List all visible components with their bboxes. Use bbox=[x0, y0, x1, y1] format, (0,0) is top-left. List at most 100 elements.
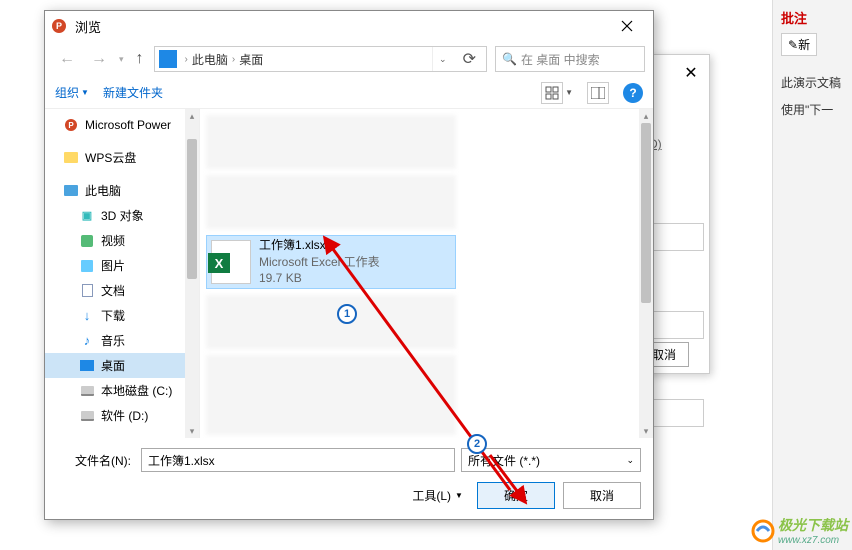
watermark-brand: 极光下载站 bbox=[778, 515, 848, 535]
sidebar-item-powerpoint[interactable]: P Microsoft Power bbox=[45, 113, 199, 137]
sidebar-item-label: 软件 (D:) bbox=[101, 407, 148, 424]
disk-icon bbox=[79, 408, 95, 424]
folder-icon bbox=[63, 150, 79, 166]
sidebar-item-documents[interactable]: 文档 bbox=[45, 278, 199, 303]
file-tile[interactable] bbox=[206, 175, 456, 229]
scroll-thumb[interactable] bbox=[187, 139, 197, 279]
filter-label: 所有文件 (*.*) bbox=[468, 452, 540, 469]
download-icon: ↓ bbox=[79, 308, 95, 324]
sidebar-item-pictures[interactable]: 图片 bbox=[45, 253, 199, 278]
toolbar: 组织 ▼ 新建文件夹 ▼ ? bbox=[45, 77, 653, 109]
cancel-button[interactable]: 取消 bbox=[563, 482, 641, 509]
content-scrollbar[interactable]: ▴ ▾ bbox=[639, 109, 653, 438]
tools-button[interactable]: 工具(L) ▼ bbox=[406, 485, 469, 506]
file-tile[interactable] bbox=[206, 355, 456, 435]
breadcrumb-segment[interactable]: 此电脑 bbox=[192, 51, 228, 68]
sidebar-item-label: 下载 bbox=[101, 307, 125, 324]
chevron-right-icon: › bbox=[232, 54, 235, 65]
sidebar-item-downloads[interactable]: ↓ 下载 bbox=[45, 303, 199, 328]
refresh-button[interactable]: ⟳ bbox=[457, 49, 482, 69]
chevron-down-icon: ▼ bbox=[455, 491, 463, 500]
nav-back-button[interactable]: ← bbox=[53, 50, 81, 68]
scroll-down-icon[interactable]: ▾ bbox=[185, 424, 199, 438]
sidebar-scrollbar[interactable]: ▴ ▾ bbox=[185, 109, 199, 438]
sidebar-item-label: 桌面 bbox=[101, 357, 125, 374]
chevron-down-icon: ▼ bbox=[81, 88, 89, 97]
preview-pane-button[interactable] bbox=[587, 82, 609, 104]
scroll-down-icon[interactable]: ▾ bbox=[639, 424, 653, 438]
pc-icon bbox=[159, 50, 177, 68]
titlebar: P 浏览 bbox=[45, 11, 653, 41]
scroll-up-icon[interactable]: ▴ bbox=[639, 109, 653, 123]
file-size: 19.7 KB bbox=[259, 270, 380, 287]
3d-icon: ▣ bbox=[79, 208, 95, 224]
navbar: ← → ▾ ↑ › 此电脑 › 桌面 ⌄ ⟳ 🔍 在 桌面 中搜索 bbox=[45, 41, 653, 77]
ok-button[interactable]: 确定 bbox=[477, 482, 555, 509]
address-dropdown[interactable]: ⌄ bbox=[432, 47, 453, 71]
sidebar-item-label: WPS云盘 bbox=[85, 149, 136, 166]
filename-label: 文件名(N): bbox=[57, 452, 135, 469]
close-button[interactable] bbox=[607, 12, 647, 40]
powerpoint-icon: P bbox=[63, 117, 79, 133]
sidebar-item-disk-d[interactable]: 软件 (D:) bbox=[45, 403, 199, 428]
file-tile-selected[interactable]: 工作簿1.xlsx Microsoft Excel 工作表 19.7 KB bbox=[206, 235, 456, 289]
svg-text:P: P bbox=[56, 21, 62, 31]
file-type: Microsoft Excel 工作表 bbox=[259, 254, 380, 271]
desktop-icon bbox=[79, 358, 95, 374]
search-placeholder: 在 桌面 中搜索 bbox=[521, 51, 600, 68]
scroll-thumb[interactable] bbox=[641, 123, 651, 303]
file-tile[interactable] bbox=[206, 295, 456, 349]
search-input[interactable]: 🔍 在 桌面 中搜索 bbox=[495, 46, 645, 72]
close-icon bbox=[621, 20, 633, 32]
view-mode-button[interactable]: ▼ bbox=[541, 82, 573, 104]
sidebar-item-label: 音乐 bbox=[101, 332, 125, 349]
chevron-right-icon: › bbox=[185, 54, 188, 65]
scroll-up-icon[interactable]: ▴ bbox=[185, 109, 199, 123]
filename-input[interactable] bbox=[141, 448, 455, 472]
sidebar-item-label: Microsoft Power bbox=[85, 118, 171, 132]
nav-up-button[interactable]: ↑ bbox=[130, 50, 150, 68]
sidebar-item-label: 文档 bbox=[101, 282, 125, 299]
file-list: 工作簿1.xlsx Microsoft Excel 工作表 19.7 KB ▴ … bbox=[200, 109, 653, 438]
new-comment-button[interactable]: ✎ 新 bbox=[781, 33, 817, 56]
sidebar-item-label: 图片 bbox=[101, 257, 125, 274]
sidebar-item-wps[interactable]: WPS云盘 bbox=[45, 145, 199, 170]
bg-panel-title: 批注 bbox=[781, 8, 844, 27]
nav-history-dropdown[interactable]: ▾ bbox=[117, 54, 126, 65]
pc-icon bbox=[63, 183, 79, 199]
new-icon: ✎ bbox=[788, 38, 798, 52]
organize-button[interactable]: 组织 ▼ bbox=[55, 84, 89, 101]
svg-text:P: P bbox=[68, 121, 74, 130]
view-icon bbox=[541, 82, 563, 104]
breadcrumb-segment[interactable]: 桌面 bbox=[239, 51, 263, 68]
address-bar[interactable]: › 此电脑 › 桌面 ⌄ ⟳ bbox=[154, 46, 487, 72]
new-folder-button[interactable]: 新建文件夹 bbox=[103, 84, 163, 101]
music-icon: ♪ bbox=[79, 333, 95, 349]
preview-icon bbox=[591, 87, 605, 99]
file-tile[interactable] bbox=[206, 115, 456, 169]
sidebar-item-label: 视频 bbox=[101, 232, 125, 249]
chevron-down-icon: ▼ bbox=[565, 88, 573, 97]
file-browse-dialog: P 浏览 ← → ▾ ↑ › 此电脑 › 桌面 ⌄ ⟳ 🔍 在 桌面 中搜索 bbox=[44, 10, 654, 520]
dialog-bottom: 文件名(N): 所有文件 (*.*) ⌄ 工具(L) ▼ 确定 取消 bbox=[45, 438, 653, 519]
bg-text2: 使用"下一 bbox=[781, 101, 844, 118]
sidebar-item-label: 本地磁盘 (C:) bbox=[101, 382, 172, 399]
sidebar-item-music[interactable]: ♪ 音乐 bbox=[45, 328, 199, 353]
back-close-button[interactable]: ✕ bbox=[679, 61, 703, 85]
sidebar-item-desktop[interactable]: 桌面 bbox=[45, 353, 199, 378]
file-name: 工作簿1.xlsx bbox=[259, 237, 380, 254]
sidebar-item-disk-c[interactable]: 本地磁盘 (C:) bbox=[45, 378, 199, 403]
excel-file-icon bbox=[211, 240, 251, 284]
search-icon: 🔍 bbox=[502, 52, 517, 66]
disk-icon bbox=[79, 383, 95, 399]
dialog-title: 浏览 bbox=[75, 17, 607, 36]
watermark: 极光下载站 www.xz7.com bbox=[751, 515, 848, 546]
sidebar-item-thispc[interactable]: 此电脑 bbox=[45, 178, 199, 203]
sidebar-item-videos[interactable]: 视频 bbox=[45, 228, 199, 253]
file-type-filter[interactable]: 所有文件 (*.*) ⌄ bbox=[461, 448, 641, 472]
nav-forward-button[interactable]: → bbox=[85, 50, 113, 68]
watermark-url: www.xz7.com bbox=[778, 535, 848, 546]
sidebar-item-3d[interactable]: ▣ 3D 对象 bbox=[45, 203, 199, 228]
help-button[interactable]: ? bbox=[623, 83, 643, 103]
sidebar-item-network[interactable]: 🖧 网络 bbox=[45, 436, 199, 438]
